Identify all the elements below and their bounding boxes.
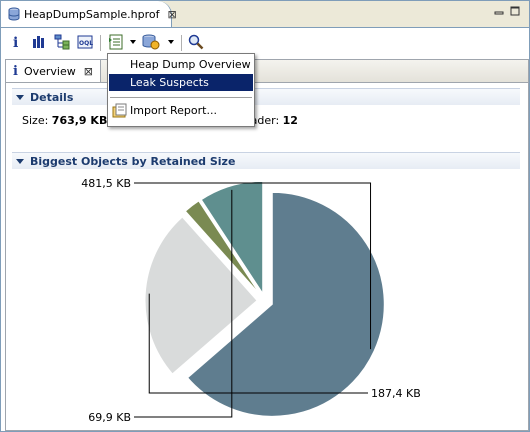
menu-item-label: Import Report... [130,104,217,117]
import-report-icon [112,103,128,122]
pie-slice-label: 187,4 KB [371,387,421,400]
menu-item-heap-dump-overview[interactable]: Heap Dump Overview [109,56,253,73]
biggest-objects-pie-chart: 481,5 KB 187,4 KB 69,9 KB [81,177,421,424]
pie-slice-label: 69,9 KB [88,411,131,424]
menu-item-import-report[interactable]: Import Report... [109,102,253,119]
reports-dropdown-menu: Heap Dump Overview Leak Suspects Import … [107,53,255,127]
menu-item-leak-suspects[interactable]: Leak Suspects [109,74,253,91]
menu-item-label: Leak Suspects [130,76,209,89]
editor-window: HeapDumpSample.hprof ⊠ i OQL i Overview … [0,0,530,432]
pie-slice-label: 481,5 KB [81,177,131,190]
menu-item-label: Heap Dump Overview [130,58,251,71]
menu-separator [110,97,252,98]
